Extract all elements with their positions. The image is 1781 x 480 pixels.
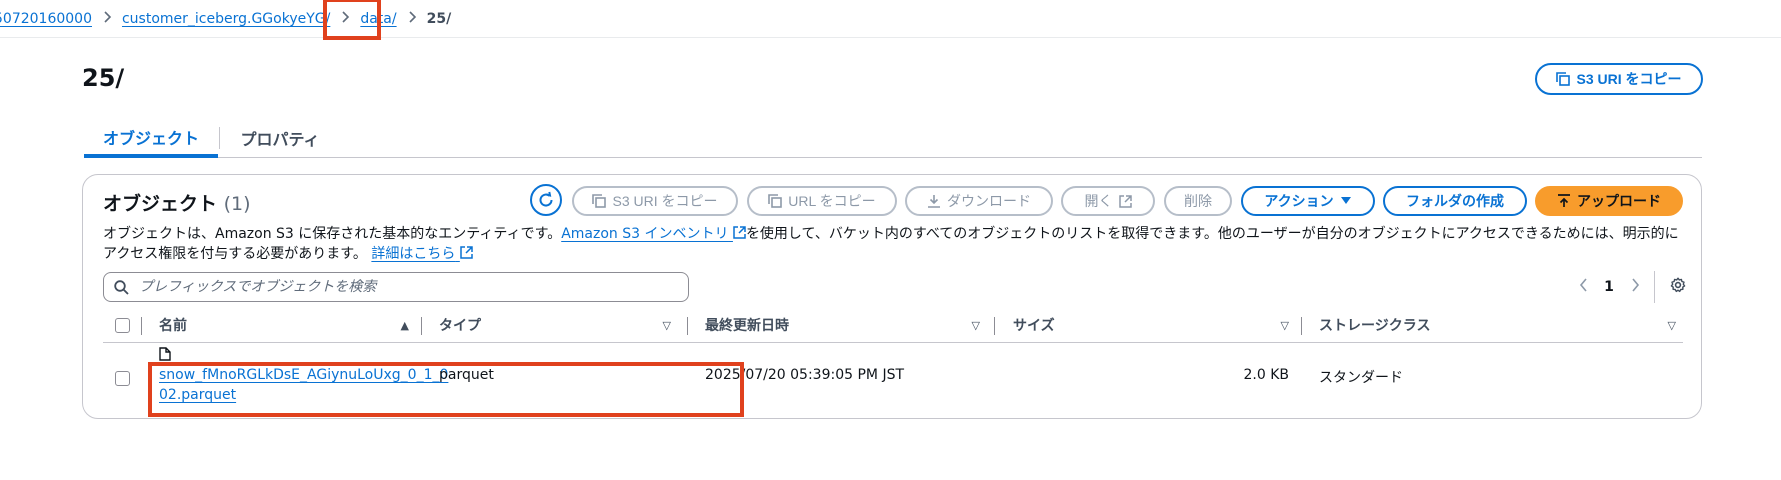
sort-icon: ▽ [971, 318, 980, 332]
copy-icon [592, 194, 607, 208]
column-header-name-label: 名前 [159, 318, 187, 334]
delete-button[interactable]: 削除 [1164, 186, 1232, 216]
column-divider [687, 317, 688, 335]
external-link-icon [460, 246, 473, 259]
copy-s3-uri-header-button[interactable]: S3 URI をコピー [1535, 63, 1703, 95]
external-link-icon [1118, 194, 1132, 208]
breadcrumb-item-table-folder[interactable]: customer_iceberg.GGokyeYG/ [122, 11, 330, 27]
column-divider [1301, 317, 1302, 335]
tab-bar: オブジェクト プロパティ [84, 120, 1702, 158]
breadcrumb: 50720160000 customer_iceberg.GGokyeYG/ d… [0, 0, 1781, 38]
sort-icon: ▽ [1280, 318, 1289, 332]
page-title: 25/ [82, 64, 125, 92]
actions-dropdown-button[interactable]: アクション [1241, 186, 1375, 216]
breadcrumb-current: 25/ [426, 10, 452, 27]
highlight-box-object-row [148, 362, 744, 417]
learn-more-label: 詳細はこちら [371, 246, 456, 262]
column-divider [994, 317, 995, 335]
upload-button[interactable]: アップロード [1535, 186, 1683, 216]
column-header-size-label: サイズ [1013, 318, 1055, 334]
select-all-checkbox[interactable] [115, 317, 130, 333]
caret-down-icon [1340, 196, 1352, 206]
column-header-last-modified[interactable]: 最終更新日時 ▽ [705, 307, 980, 343]
open-button[interactable]: 開く [1061, 186, 1155, 216]
gear-icon [1670, 277, 1686, 293]
learn-more-link[interactable]: 詳細はこちら [371, 246, 473, 262]
tab-objects[interactable]: オブジェクト [84, 120, 218, 158]
description-text-3: クセス権限を付与する必要があります。 [116, 246, 367, 262]
chevron-right-icon [92, 10, 122, 27]
copy-icon [1556, 72, 1571, 86]
upload-icon [1557, 194, 1571, 208]
copy-s3-uri-header-label: S3 URI をコピー [1576, 71, 1682, 87]
column-header-type-label: タイプ [439, 318, 481, 334]
delete-label: 削除 [1184, 193, 1212, 209]
object-storage-class: スタンダード [1319, 370, 1403, 386]
inventory-link-label: Amazon S3 インベントリ [561, 226, 729, 242]
column-header-storage-class[interactable]: ストレージクラス ▽ [1319, 307, 1676, 343]
download-label: ダウンロード [947, 193, 1031, 209]
download-icon [927, 194, 941, 208]
column-header-name[interactable]: 名前 ▲ [159, 307, 409, 343]
objects-panel-heading: オブジェクト [103, 193, 218, 215]
copy-s3-uri-button[interactable]: S3 URI をコピー [572, 186, 738, 216]
preferences-button[interactable] [1665, 277, 1691, 297]
refresh-button[interactable] [530, 184, 562, 216]
objects-panel-title: オブジェクト (1) [103, 189, 251, 216]
column-header-size[interactable]: サイズ ▽ [1013, 307, 1289, 343]
search-box [103, 272, 689, 302]
select-all-cell [115, 307, 135, 343]
objects-count: (1) [223, 193, 251, 215]
row-checkbox[interactable] [115, 371, 130, 386]
upload-label: アップロード [1577, 193, 1661, 209]
breadcrumb-item-bucket[interactable]: 50720160000 [0, 11, 92, 27]
table-header: 名前 ▲ タイプ ▽ 最終更新日時 ▽ サイズ ▽ ストレージクラス ▽ [103, 307, 1683, 343]
download-button[interactable]: ダウンロード [905, 186, 1053, 216]
prev-page-button[interactable] [1570, 278, 1596, 296]
refresh-icon [537, 191, 555, 209]
sort-ascending-icon: ▲ [400, 318, 409, 332]
highlight-box-data-crumb [323, 0, 381, 40]
column-divider [141, 317, 142, 335]
actions-label: アクション [1264, 193, 1334, 209]
chevron-left-icon [1579, 278, 1587, 292]
sort-icon: ▽ [1667, 318, 1676, 332]
pagination: 1 [1570, 269, 1691, 305]
chevron-right-icon [1631, 278, 1639, 292]
copy-icon [768, 194, 783, 208]
column-header-type[interactable]: タイプ ▽ [439, 307, 671, 343]
chevron-right-icon [397, 10, 427, 27]
external-link-icon [733, 226, 746, 239]
objects-description: オブジェクトは、Amazon S3 に保存された基本的なエンティティです。Ama… [103, 224, 1683, 264]
object-size: 2.0 KB [1243, 367, 1290, 383]
sort-icon: ▽ [662, 318, 671, 332]
open-label: 開く [1084, 193, 1113, 209]
column-header-storage-class-label: ストレージクラス [1319, 318, 1431, 334]
row-select-cell [115, 371, 130, 386]
copy-s3-uri-label: S3 URI をコピー [612, 193, 718, 209]
copy-url-button[interactable]: URL をコピー [747, 186, 897, 216]
column-header-last-modified-label: 最終更新日時 [705, 318, 789, 334]
column-divider [421, 317, 422, 335]
tab-properties[interactable]: プロパティ [218, 120, 342, 156]
copy-url-label: URL をコピー [788, 193, 876, 209]
search-input[interactable] [139, 279, 679, 295]
page-number-button[interactable]: 1 [1596, 279, 1622, 295]
pagination-divider [1654, 271, 1655, 303]
create-folder-button[interactable]: フォルダの作成 [1383, 186, 1527, 216]
inventory-link[interactable]: Amazon S3 インベントリ [561, 226, 746, 242]
create-folder-label: フォルダの作成 [1406, 193, 1504, 209]
next-page-button[interactable] [1622, 278, 1648, 296]
search-icon [114, 279, 129, 295]
description-text-1: オブジェクトは、Amazon S3 に保存された基本的なエンティティです。 [103, 226, 562, 242]
